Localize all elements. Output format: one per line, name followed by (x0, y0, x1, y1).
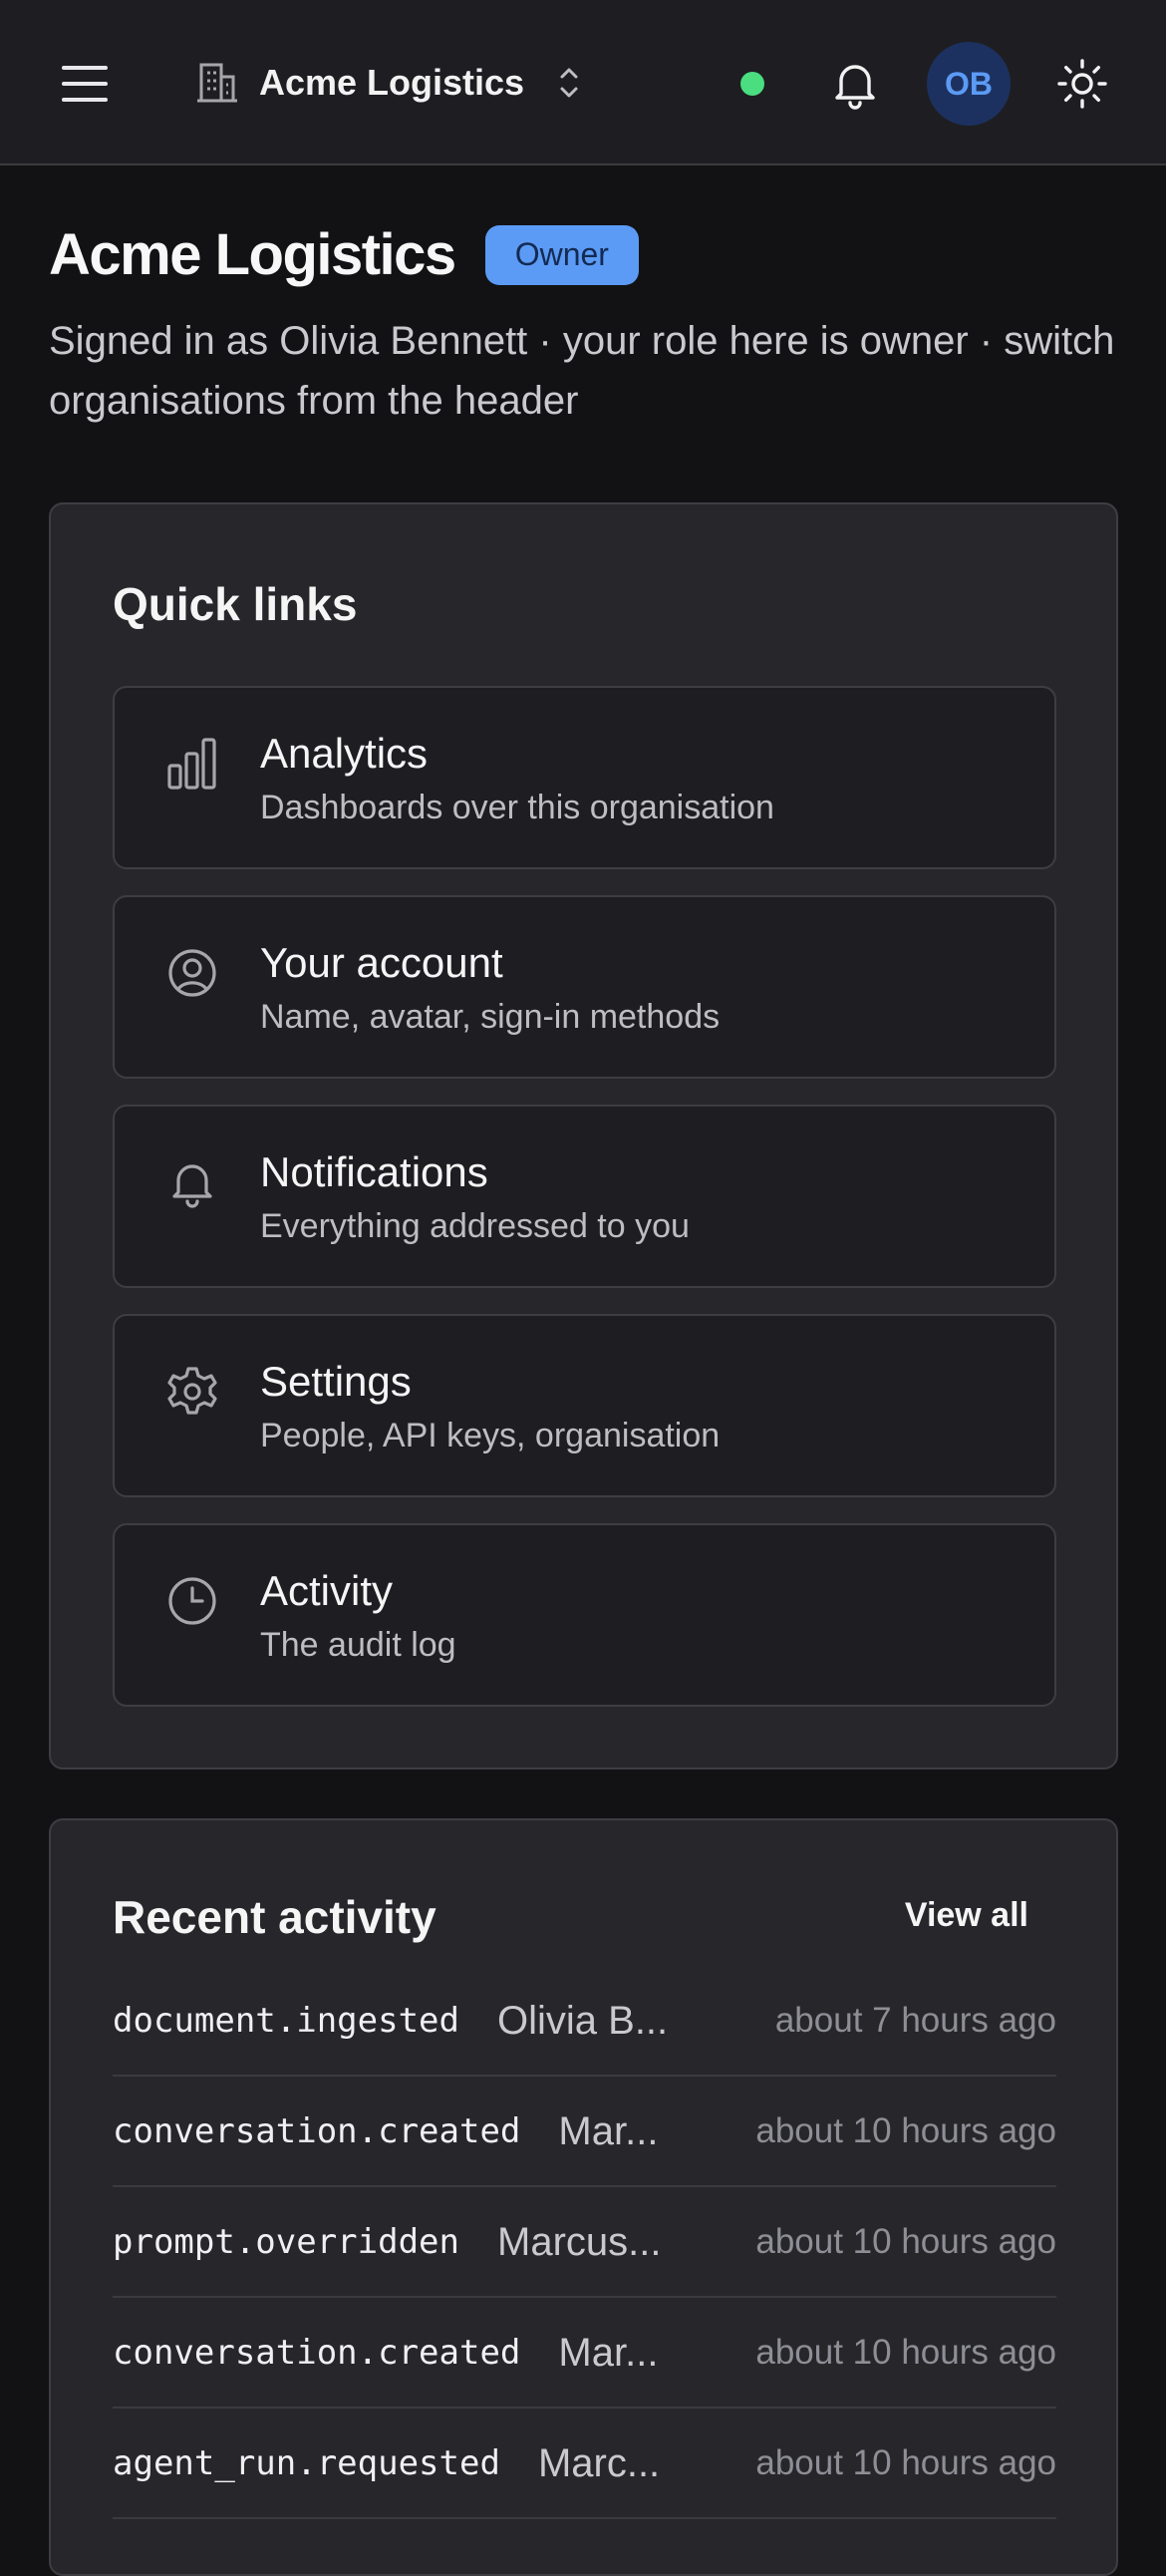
building-icon (195, 61, 239, 105)
activity-row[interactable]: conversation.created Mar... about 10 hou… (113, 2299, 1056, 2409)
quick-links-title: Quick links (113, 578, 358, 630)
view-all-link[interactable]: View all (905, 1896, 1028, 1935)
org-name: Acme Logistics (259, 62, 525, 103)
activity-event: document.ingested (113, 2001, 459, 2041)
activity-event: prompt.overridden (113, 2222, 459, 2262)
activity-row[interactable]: prompt.overridden Marcus... about 10 hou… (113, 2188, 1056, 2298)
activity-actor: Mar... (558, 2330, 659, 2375)
activity-event: agent_run.requested (113, 2443, 500, 2483)
activity-time: about 10 hours ago (755, 2222, 1056, 2261)
bell-icon (166, 1154, 218, 1210)
sun-icon[interactable] (1054, 56, 1110, 112)
quick-link-title: Analytics (260, 730, 429, 777)
quick-link-notifications[interactable]: Notifications Everything addressed to yo… (113, 1105, 1056, 1288)
quick-link-activity[interactable]: Activity The audit log (113, 1523, 1056, 1707)
org-switcher[interactable]: Acme Logistics (195, 52, 584, 114)
recent-activity-title: Recent activity (113, 1891, 437, 1943)
activity-actor: Mar... (558, 2108, 659, 2153)
activity-time: about 10 hours ago (755, 2443, 1056, 2482)
quick-link-description: Name, avatar, sign-in methods (260, 998, 721, 1036)
activity-row[interactable]: conversation.created Mar... about 10 hou… (113, 2078, 1056, 2187)
activity-event: conversation.created (113, 2333, 521, 2373)
activity-actor: Marcus... (497, 2219, 662, 2264)
quick-link-title: Notifications (260, 1148, 488, 1195)
quick-links-card: Quick links Analytics Dashboards over th… (49, 502, 1118, 1770)
user-circle-icon (166, 945, 218, 1001)
page-title: Acme Logistics (49, 222, 456, 287)
user-avatar[interactable]: OB (927, 42, 1011, 126)
quick-link-description: Everything addressed to you (260, 1207, 690, 1245)
quick-link-description: The audit log (260, 1626, 456, 1664)
page-subtitle: Signed in as Olivia Bennett · your role … (49, 319, 1115, 423)
bar-chart-icon (166, 736, 218, 792)
gear-icon (166, 1364, 218, 1420)
page-title-row: Acme Logistics Owner (49, 221, 639, 288)
activity-event: conversation.created (113, 2111, 521, 2151)
chevron-up-down-icon (554, 63, 584, 103)
activity-row[interactable]: agent_run.requested Marc... about 10 hou… (113, 2410, 1056, 2519)
activity-actor: Olivia B... (497, 1998, 669, 2043)
activity-row[interactable]: document.ingested Olivia B... about 7 ho… (113, 1967, 1056, 2077)
quick-link-title: Your account (260, 939, 503, 986)
quick-link-title: Settings (260, 1358, 412, 1405)
recent-activity-card: Recent activity View all document.ingest… (49, 1818, 1118, 2576)
app-header: Acme Logistics OB (0, 0, 1166, 165)
activity-time: about 7 hours ago (774, 2001, 1056, 2040)
role-badge: Owner (484, 224, 639, 285)
quick-link-settings[interactable]: Settings People, API keys, organisation (113, 1314, 1056, 1497)
quick-link-description: Dashboards over this organisation (260, 789, 774, 826)
clock-icon (166, 1573, 218, 1629)
connection-status-indicator (740, 72, 764, 96)
menu-icon[interactable] (50, 58, 116, 110)
bell-icon[interactable] (827, 56, 883, 112)
activity-time: about 10 hours ago (755, 2111, 1056, 2150)
activity-time: about 10 hours ago (755, 2333, 1056, 2372)
quick-link-description: People, API keys, organisation (260, 1417, 721, 1454)
quick-link-title: Activity (260, 1567, 394, 1614)
quick-link-analytics[interactable]: Analytics Dashboards over this organisat… (113, 686, 1056, 869)
activity-actor: Marc... (537, 2440, 661, 2485)
quick-link-your-account[interactable]: Your account Name, avatar, sign-in metho… (113, 895, 1056, 1079)
